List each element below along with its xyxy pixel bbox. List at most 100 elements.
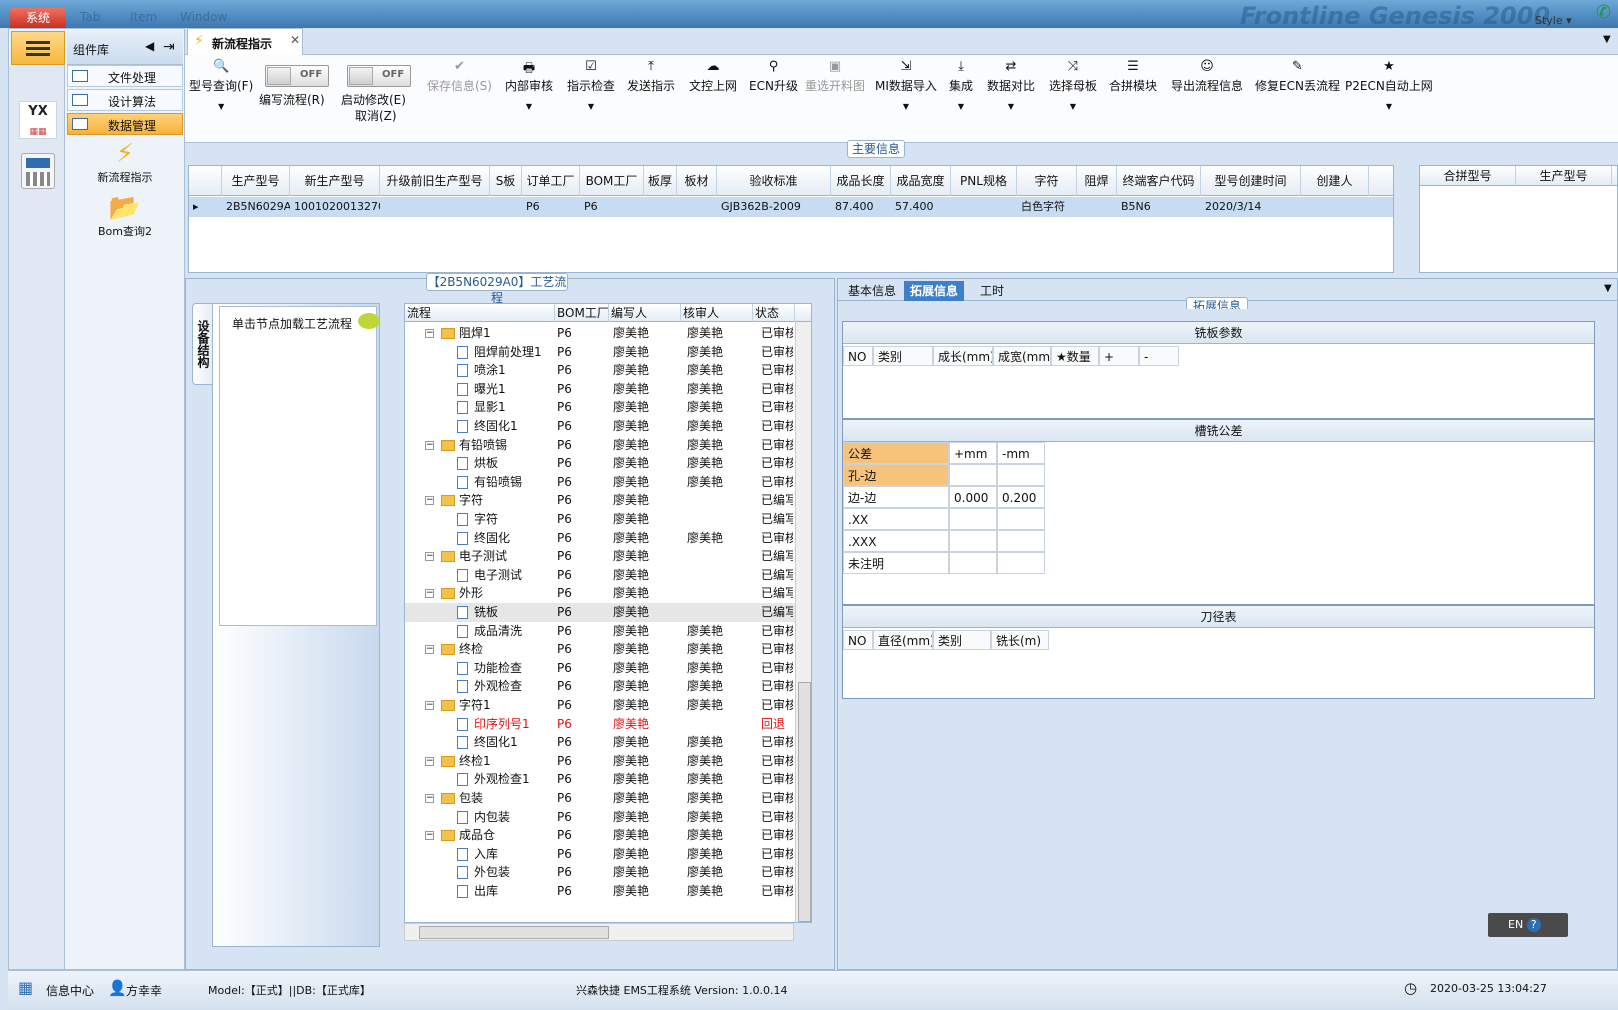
close-icon[interactable]: ✕ bbox=[290, 33, 300, 47]
collapse-toggle-icon[interactable]: − bbox=[425, 589, 434, 599]
tree-row[interactable]: 出库 P6 廖美艳 廖美艳 已审核 bbox=[405, 882, 795, 901]
tree-row[interactable]: 入库 P6 廖美艳 廖美艳 已审核 bbox=[405, 845, 795, 864]
tree-row[interactable]: − 有铅喷锡 P6 廖美艳 廖美艳 已审核 bbox=[405, 436, 795, 455]
nav-item-data-management[interactable]: 数据管理 bbox=[67, 113, 183, 135]
toggle-switch[interactable]: OFF bbox=[265, 65, 329, 87]
column-header[interactable]: -mm bbox=[997, 442, 1045, 464]
tree-row[interactable]: − 包装 P6 廖美艳 廖美艳 已审核 bbox=[405, 789, 795, 808]
toolbar-button-14[interactable]: ☰ 合拼模块 bbox=[1109, 59, 1157, 94]
table-cell[interactable] bbox=[949, 552, 997, 574]
table-cell[interactable]: GJB362B-2009 bbox=[717, 197, 831, 217]
style-dropdown[interactable]: Style ▾ bbox=[1535, 14, 1572, 27]
column-header[interactable]: 板厚 bbox=[644, 166, 677, 196]
tree-row[interactable]: 有铅喷锡 P6 廖美艳 廖美艳 已审核 bbox=[405, 473, 795, 492]
tree-row[interactable]: − 成品仓 P6 廖美艳 廖美艳 已审核 bbox=[405, 826, 795, 845]
column-header[interactable]: NO bbox=[843, 346, 873, 366]
collapse-toggle-icon[interactable]: − bbox=[425, 329, 434, 338]
column-header[interactable]: 成宽(mm) bbox=[993, 346, 1051, 366]
new-process-shortcut[interactable]: ⚡ 新流程指示 bbox=[75, 139, 175, 185]
tree-row[interactable]: 功能检查 P6 廖美艳 廖美艳 已审核 bbox=[405, 659, 795, 678]
tree-row[interactable]: 内包装 P6 廖美艳 廖美艳 已审核 bbox=[405, 808, 795, 827]
table-cell[interactable] bbox=[949, 508, 997, 530]
toggle-switch[interactable]: OFF bbox=[347, 65, 411, 87]
toolbar-button-7[interactable]: ☁ 文控上网 bbox=[689, 59, 737, 94]
tree-row[interactable]: 外包装 P6 廖美艳 廖美艳 已审核 bbox=[405, 863, 795, 882]
table-cell[interactable]: 边-边 bbox=[843, 486, 949, 508]
chevron-down-icon[interactable]: ▼ bbox=[1604, 283, 1612, 294]
table-cell[interactable]: .XXX bbox=[843, 530, 949, 552]
column-header[interactable]: 成长(mm) bbox=[933, 346, 993, 366]
column-header[interactable]: PNL规格 bbox=[951, 166, 1017, 196]
merge-model-grid[interactable]: 合拼型号 生产型号 bbox=[1419, 165, 1618, 273]
info-center-link[interactable]: 信息中心 bbox=[46, 982, 94, 999]
scroll-thumb[interactable] bbox=[798, 682, 811, 922]
column-header[interactable]: 创建人 bbox=[1301, 166, 1369, 196]
table-cell[interactable]: 孔-边 bbox=[843, 464, 949, 486]
tree-row[interactable]: 电子测试 P6 廖美艳 已编写 bbox=[405, 566, 795, 585]
table-cell[interactable]: P6 bbox=[580, 197, 644, 217]
table-cell[interactable] bbox=[380, 197, 490, 217]
column-header[interactable]: 板材 bbox=[677, 166, 717, 196]
toolbar-button-4[interactable]: 🖶 内部审核 ▼ bbox=[505, 59, 553, 111]
column-header[interactable]: 编写人 bbox=[609, 304, 681, 322]
column-header[interactable]: 升级前旧生产型号 bbox=[380, 166, 490, 196]
column-header[interactable]: 流程 bbox=[405, 304, 555, 322]
system-menu-button[interactable]: 系统 bbox=[10, 8, 66, 28]
column-header[interactable]: 成品长度 bbox=[831, 166, 891, 196]
collapse-toggle-icon[interactable]: − bbox=[425, 496, 434, 506]
column-header[interactable]: 阻焊 bbox=[1077, 166, 1117, 196]
column-header[interactable]: ★数量 bbox=[1051, 346, 1099, 366]
tree-row[interactable]: 外观检查 P6 廖美艳 廖美艳 已审核 bbox=[405, 677, 795, 696]
table-cell[interactable] bbox=[951, 197, 1017, 217]
tree-row[interactable]: 终固化1 P6 廖美艳 廖美艳 已审核 bbox=[405, 733, 795, 752]
column-header[interactable]: + bbox=[1099, 346, 1139, 366]
tree-row[interactable]: 显影1 P6 廖美艳 廖美艳 已审核 bbox=[405, 398, 795, 417]
table-cell[interactable]: 2B5N6029A0 bbox=[222, 197, 290, 217]
collapse-toggle-icon[interactable]: − bbox=[425, 831, 434, 841]
tree-row[interactable]: − 字符 P6 廖美艳 已编写 bbox=[405, 491, 795, 510]
column-header[interactable]: S板 bbox=[490, 166, 522, 196]
toolbar-button-12[interactable]: ⇄ 数据对比 ▼ bbox=[987, 59, 1035, 111]
column-header[interactable]: BOM工厂 bbox=[555, 304, 609, 322]
help-icon[interactable]: ? bbox=[1526, 918, 1541, 932]
tree-row[interactable]: − 阻焊1 P6 廖美艳 廖美艳 已审核 bbox=[405, 324, 795, 343]
tree-row[interactable]: 铣板 P6 廖美艳 已编写 bbox=[405, 603, 795, 622]
table-cell[interactable]: 0.000 bbox=[949, 486, 997, 508]
tree-row[interactable]: 印序列号1 P6 廖美艳 回退 bbox=[405, 715, 795, 734]
windows-icon[interactable]: ▦ bbox=[18, 978, 33, 997]
table-cell[interactable] bbox=[644, 197, 677, 217]
column-header[interactable]: +mm bbox=[949, 442, 997, 464]
column-header[interactable]: 新生产型号 bbox=[290, 166, 380, 196]
tree-row[interactable]: 喷涂1 P6 廖美艳 廖美艳 已审核 bbox=[405, 361, 795, 380]
tree-row[interactable]: 外观检查1 P6 廖美艳 廖美艳 已审核 bbox=[405, 770, 795, 789]
phone-icon[interactable]: ✆ bbox=[1596, 2, 1616, 23]
toolbar-button-0[interactable]: 🔍 型号查询(F) ▼ bbox=[189, 59, 253, 111]
table-cell[interactable]: P6 bbox=[522, 197, 580, 217]
table-cell[interactable] bbox=[997, 552, 1045, 574]
tab-detail-2[interactable]: 工时 bbox=[974, 281, 1010, 301]
column-header[interactable]: 核审人 bbox=[681, 304, 753, 322]
column-header[interactable]: 型号创建时间 bbox=[1201, 166, 1301, 196]
collapse-toggle-icon[interactable]: − bbox=[425, 552, 434, 562]
collapse-toggle-icon[interactable]: − bbox=[425, 701, 434, 710]
table-cell[interactable]: 未注明 bbox=[843, 552, 949, 574]
column-header[interactable]: 字符 bbox=[1017, 166, 1077, 196]
table-cell[interactable]: 10010200132706 bbox=[290, 197, 380, 217]
column-header[interactable]: 生产型号 bbox=[222, 166, 290, 196]
toolbar-button-17[interactable]: ★ P2ECN自动上网 ▼ bbox=[1345, 59, 1433, 111]
table-cell[interactable]: 87.400 bbox=[831, 197, 891, 217]
toolbar-button-15[interactable]: ☺ 导出流程信息 bbox=[1171, 59, 1243, 94]
column-header[interactable]: 铣长(m) bbox=[991, 630, 1049, 650]
language-switcher[interactable]: EN ? bbox=[1488, 913, 1568, 937]
collapse-arrow-icon[interactable]: ◀ bbox=[145, 39, 154, 53]
tree-row[interactable]: 成品清洗 P6 廖美艳 廖美艳 已审核 bbox=[405, 622, 795, 641]
tree-row[interactable]: − 字符1 P6 廖美艳 廖美艳 已审核 bbox=[405, 696, 795, 715]
device-tree-box[interactable]: 单击节点加载工艺流程 bbox=[219, 306, 380, 626]
toolbar-button-6[interactable]: ⤒ 发送指示 bbox=[627, 59, 675, 94]
bom-query-shortcut[interactable]: 📂 Bom查询2 bbox=[75, 193, 175, 239]
collapse-toggle-icon[interactable]: − bbox=[425, 440, 434, 450]
tree-row[interactable]: − 终检1 P6 廖美艳 廖美艳 已审核 bbox=[405, 752, 795, 771]
main-info-grid[interactable]: 生产型号 新生产型号 升级前旧生产型号 S板 订单工厂 BOM工厂 板厚 板材 验收标准 成品长度… bbox=[188, 165, 1394, 273]
yx-app-icon[interactable]: YX ▦▦ bbox=[19, 101, 57, 139]
hamburger-menu-icon[interactable] bbox=[11, 31, 65, 65]
